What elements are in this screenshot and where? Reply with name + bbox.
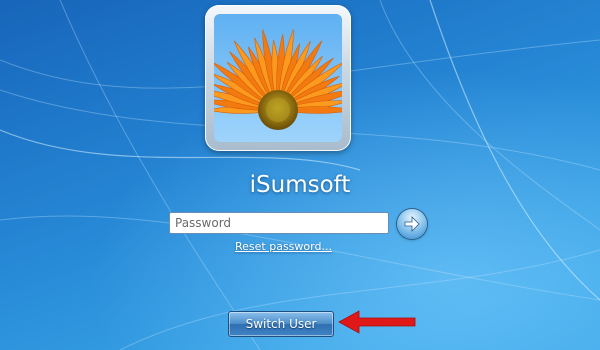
reset-password-link[interactable]: Reset password... xyxy=(235,240,332,253)
username-label: iSumsoft xyxy=(249,172,351,198)
password-field[interactable] xyxy=(169,212,389,234)
user-avatar xyxy=(205,5,351,151)
switch-user-button[interactable]: Switch User xyxy=(228,311,334,337)
submit-button[interactable] xyxy=(397,209,427,239)
login-screen: iSumsoft Reset password... Switch User xyxy=(0,0,600,350)
orange-flower-icon xyxy=(214,14,342,142)
red-arrow-icon xyxy=(338,310,416,334)
arrow-right-icon xyxy=(404,216,420,232)
avatar-image xyxy=(214,14,342,142)
